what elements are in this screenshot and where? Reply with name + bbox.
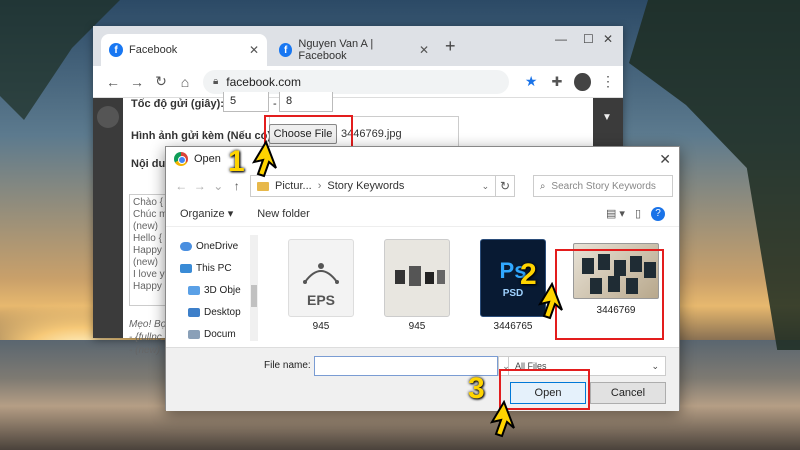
chevron-down-icon: ⌄ (651, 360, 659, 371)
back-icon[interactable]: ← (101, 74, 125, 90)
avatar[interactable] (574, 72, 591, 91)
pointer-cursor-icon (252, 140, 277, 178)
sidebar-item-label: This PC (196, 262, 232, 274)
chevron-down-icon[interactable]: ⌄ (482, 181, 490, 192)
breadcrumb-item[interactable]: Story Keywords (327, 180, 404, 192)
speed-label: Tốc độ gửi (giây): (131, 98, 224, 110)
file-name: 945 (312, 321, 330, 332)
minimize-icon[interactable]: — (555, 32, 567, 46)
address-bar[interactable]: 🔒︎ facebook.com (202, 69, 509, 94)
eps-file-icon: EPS (288, 239, 354, 317)
chevron-right-icon: › (317, 180, 322, 192)
search-input[interactable]: ⌕ Search Story Keywords (532, 175, 673, 197)
lock-icon: 🔒︎ (212, 76, 219, 87)
left-panel (93, 98, 123, 338)
image-thumbnail-icon (384, 239, 450, 317)
sidebar-item-label: OneDrive (196, 240, 239, 252)
facebook-icon: f (279, 43, 293, 57)
file-item-doc[interactable]: 945 (376, 239, 458, 332)
step-number-3: 3 (468, 372, 485, 405)
chrome-icon (174, 152, 188, 166)
refresh-icon[interactable]: ↻ (496, 175, 515, 197)
search-placeholder: Search Story Keywords (551, 180, 656, 192)
sidebar-item-desktop[interactable]: Desktop (166, 301, 258, 323)
tab-label: Nguyen Van A | Facebook (298, 38, 374, 62)
cloud-icon (180, 241, 192, 251)
sidebar-item-3d-objects[interactable]: 3D Obje (166, 279, 258, 301)
close-tab-icon[interactable]: ✕ (419, 43, 429, 57)
reload-icon[interactable]: ↻ (149, 73, 173, 90)
dialog-footer: File name: ⌄ All Files ⌄ Open Cancel (166, 347, 679, 411)
help-icon[interactable]: ? (651, 206, 665, 221)
sidebar-item-label: 3D Obje (204, 284, 241, 296)
back-icon[interactable]: ← (172, 179, 191, 193)
hint-line: - (new) (129, 345, 161, 356)
sidebar-item-documents[interactable]: Docum (166, 323, 258, 345)
speed-dash: - (273, 98, 277, 110)
sidebar-item-onedrive[interactable]: OneDrive (166, 235, 258, 257)
sidebar-item-label: Desktop (204, 306, 241, 318)
tab-label: Facebook (129, 44, 178, 56)
home-icon[interactable]: ⌂ (173, 74, 197, 90)
close-tab-icon[interactable]: ✕ (249, 43, 259, 57)
desktop-icon (188, 307, 200, 317)
hint-text: Mẹo! Bọ - {fullnc - (new) (129, 318, 166, 357)
folder-icon (257, 181, 269, 191)
scrollbar-thumb[interactable] (251, 285, 257, 307)
hint-line: - {fullnc (129, 332, 162, 343)
file-item-eps[interactable]: EPS 945 (280, 239, 362, 332)
dialog-title: Open (194, 153, 221, 165)
view-options-icon[interactable]: ▤ ▾ (606, 207, 625, 220)
sidebar-item-label: Docum (204, 328, 236, 340)
maximize-icon[interactable]: ☐ (583, 32, 594, 46)
dropdown-arrow-icon[interactable]: ▼ (602, 112, 612, 123)
preview-pane-icon[interactable]: ▯ (635, 207, 641, 220)
breadcrumb[interactable]: Pictur... › Story Keywords ⌄ (250, 175, 497, 197)
forward-icon[interactable]: → (125, 74, 149, 90)
bookmark-star-icon[interactable]: ★ (525, 73, 538, 90)
forward-icon[interactable]: → (191, 179, 210, 193)
close-window-icon[interactable]: ✕ (603, 32, 613, 46)
search-icon: ⌕ (539, 180, 546, 192)
recent-dropdown-icon[interactable]: ⌄ (209, 179, 228, 193)
new-folder-button[interactable]: New folder (257, 208, 310, 220)
navigation-pane: OneDrive This PC 3D Obje Desktop Docum (166, 235, 258, 341)
file-name-label: File name: (264, 360, 311, 371)
file-name: 945 (408, 321, 426, 332)
dialog-toolbar: Organize ▾ New folder ▤ ▾ ▯ ? (166, 201, 679, 227)
close-icon[interactable]: ✕ (659, 151, 671, 168)
cancel-button[interactable]: Cancel (590, 382, 666, 404)
computer-icon (180, 263, 192, 273)
speed-max-input[interactable]: 8 (279, 92, 333, 112)
new-tab-icon[interactable]: + (445, 36, 456, 57)
cube-icon (188, 285, 200, 295)
hint-line: Mẹo! Bọ (129, 319, 167, 330)
file-list-scrollbar[interactable] (665, 235, 675, 341)
extensions-icon[interactable]: ✚ (551, 74, 562, 90)
profile-dot (97, 106, 119, 128)
step-number-1: 1 (228, 145, 245, 178)
tab-nguyen-van-a[interactable]: f Nguyen Van A | Facebook ✕ (271, 34, 437, 66)
file-name: 3446765 (493, 321, 533, 332)
file-type-label: EPS (306, 292, 335, 308)
url-text: facebook.com (226, 74, 301, 89)
browser-toolbar: ← → ↻ ⌂ 🔒︎ facebook.com ★ ✚ ⋮ (93, 66, 623, 98)
pointer-cursor-icon (538, 282, 563, 320)
tab-bar: f Facebook ✕ f Nguyen Van A | Facebook ✕… (93, 26, 623, 66)
tab-facebook[interactable]: f Facebook ✕ (101, 34, 267, 66)
speed-min-input[interactable]: 5 (223, 92, 269, 112)
organize-button[interactable]: Organize ▾ (180, 207, 233, 220)
breadcrumb-item[interactable]: Pictur... (275, 180, 312, 192)
up-icon[interactable]: ↑ (228, 179, 247, 193)
pointer-cursor-icon (490, 400, 515, 438)
nav-scrollbar[interactable] (250, 235, 258, 341)
documents-icon (188, 329, 200, 339)
step-number-2: 2 (520, 258, 537, 291)
sidebar-item-this-pc[interactable]: This PC (166, 257, 258, 279)
menu-icon[interactable]: ⋮ (601, 73, 615, 90)
facebook-icon: f (109, 43, 123, 57)
